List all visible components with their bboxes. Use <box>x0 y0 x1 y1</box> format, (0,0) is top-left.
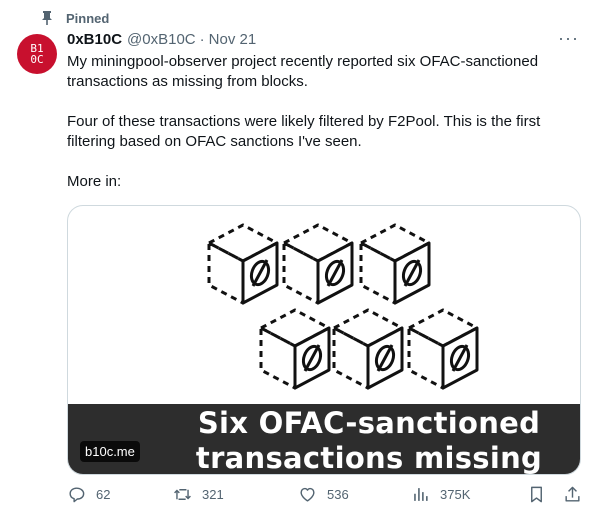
cube-3 <box>359 223 431 305</box>
avatar-line-2: 0C <box>30 53 44 66</box>
share-button[interactable] <box>563 485 582 504</box>
card-headline: Six OFAC-sanctioned transactions missing <box>158 406 580 475</box>
author-name[interactable]: 0xB10C <box>67 31 122 48</box>
like-count: 536 <box>327 487 349 502</box>
reply-button[interactable]: 62 <box>67 485 110 504</box>
views-button[interactable]: 375K <box>411 485 470 504</box>
link-card[interactable]: Six OFAC-sanctioned transactions missing… <box>67 205 581 475</box>
bookmark-button[interactable] <box>527 485 546 504</box>
cube-4 <box>259 308 331 390</box>
card-banner: Six OFAC-sanctioned transactions missing… <box>68 404 580 474</box>
tweet-paragraph-3: More in: <box>67 173 122 190</box>
author-handle[interactable]: @0xB10C <box>127 31 196 48</box>
tweet-text: My miningpool-observer project recently … <box>67 52 577 192</box>
retweet-button[interactable]: 321 <box>173 485 224 504</box>
tweet-header: 0xB10C @0xB10C · Nov 21 <box>67 31 579 48</box>
pin-icon <box>40 10 54 26</box>
card-illustration <box>207 223 479 390</box>
card-headline-line-2: transactions missing <box>195 441 543 475</box>
pinned-label: Pinned <box>66 10 110 26</box>
cube-1 <box>207 223 279 305</box>
bookmark-icon <box>531 486 542 503</box>
share-icon <box>565 486 580 502</box>
views-count: 375K <box>440 487 471 502</box>
tweet-paragraph-1: My miningpool-observer project recently … <box>67 53 539 90</box>
like-button[interactable]: 536 <box>298 485 349 504</box>
reply-icon <box>69 487 85 503</box>
retweet-count: 321 <box>202 487 224 502</box>
separator-dot: · <box>199 31 205 48</box>
card-headline-line-1: Six OFAC-sanctioned <box>197 406 541 440</box>
action-bar: 62 321 536 375K <box>67 485 587 509</box>
tweet-paragraph-2: Four of these transactions were likely f… <box>67 113 541 150</box>
avatar[interactable]: B1 0C <box>17 34 57 74</box>
cube-5 <box>332 308 404 390</box>
tweet-date[interactable]: Nov 21 <box>209 31 257 48</box>
card-domain: b10c.me <box>80 441 140 462</box>
cube-2 <box>282 223 354 305</box>
views-icon <box>414 488 428 501</box>
pinned-indicator: Pinned <box>40 10 109 26</box>
cube-6 <box>407 308 479 390</box>
reply-count: 62 <box>96 487 111 502</box>
heart-icon <box>300 487 315 502</box>
more-options-icon[interactable]: ··· <box>558 29 579 47</box>
retweet-icon <box>174 489 191 500</box>
